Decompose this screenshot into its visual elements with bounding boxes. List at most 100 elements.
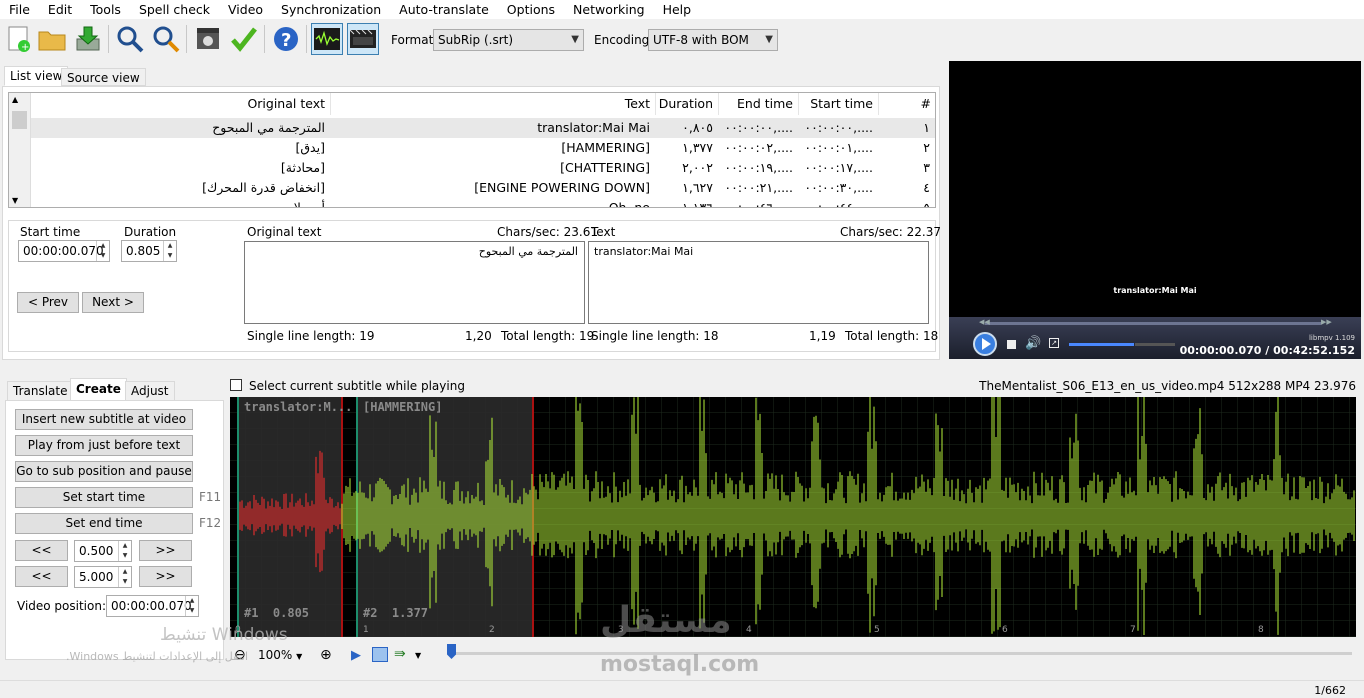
volume-icon[interactable]: 🔊 <box>1025 336 1041 351</box>
subtitle-count: 1/662 <box>1314 684 1346 697</box>
menu-networking[interactable]: Networking <box>564 1 654 19</box>
spin-down-icon[interactable]: ▼ <box>118 551 131 561</box>
table-row[interactable]: أوه، لا Oh, no ١,١٣٦ ٠٠:٠٠:٤٦,.... ٠٠:٠٠… <box>31 198 935 207</box>
header-start-time[interactable]: Start time <box>799 93 879 115</box>
video-player[interactable]: translator:Mai Mai ◀◀ ▶▶ 🔊 ↗ libmpv 1.10… <box>949 61 1361 359</box>
menu-help[interactable]: Help <box>654 1 701 19</box>
original-text-box[interactable]: المترجمة مي المبحوح <box>244 241 585 324</box>
seek-forward-icon[interactable]: ▶▶ <box>1321 318 1332 326</box>
tab-source-view[interactable]: Source view <box>61 68 146 86</box>
tab-list-view[interactable]: List view <box>4 66 69 86</box>
cell-original: [يدق] <box>295 140 325 155</box>
header-original[interactable]: Original text <box>31 93 331 115</box>
play-before-button[interactable]: Play from just before text <box>15 435 193 456</box>
volume-slider[interactable] <box>1069 343 1134 346</box>
status-bar: 1/662 <box>0 680 1364 698</box>
duration-label: Duration <box>124 225 177 239</box>
scrollbar-thumb[interactable] <box>12 111 27 129</box>
menu-tools[interactable]: Tools <box>81 1 130 19</box>
fullscreen-icon[interactable]: ↗ <box>1049 338 1059 348</box>
chevron-down-icon[interactable]: ▼ <box>415 651 421 660</box>
step-back-button-2[interactable]: << <box>15 566 68 587</box>
open-folder-icon[interactable] <box>36 23 68 55</box>
spin-down-icon[interactable]: ▼ <box>118 577 131 587</box>
cell-start-time: ٠٠:٠٠:١٧,.... <box>804 160 873 175</box>
header-end-time[interactable]: End time <box>719 93 799 115</box>
spin-up-icon[interactable]: ▲ <box>185 596 198 606</box>
set-start-time-button[interactable]: Set start time <box>15 487 193 508</box>
menu-options[interactable]: Options <box>498 1 564 19</box>
text-single-line-length: Single line length: 18 <box>591 329 719 343</box>
menu-video[interactable]: Video <box>219 1 272 19</box>
step-forward-icon[interactable]: ⇛ <box>394 646 406 662</box>
menu-auto-translate[interactable]: Auto-translate <box>390 1 498 19</box>
table-row[interactable]: [يدق] [HAMMERING] ١,٣٧٧ ٠٠:٠٠:٠٢,.... ٠٠… <box>31 138 935 158</box>
video-position-label: Video position: <box>17 599 107 613</box>
video-position-input[interactable]: 00:00:00.070 ▲ ▼ <box>106 595 199 617</box>
spin-down-icon[interactable]: ▼ <box>163 251 176 261</box>
checkmark-icon[interactable] <box>228 23 260 55</box>
text-box[interactable]: translator:Mai Mai <box>588 241 929 324</box>
subtitle-grid[interactable]: ▲ ▼ Original text Text Duration End time… <box>8 92 936 208</box>
step-input-2[interactable]: 5.000 ▲ ▼ <box>74 566 132 588</box>
header-duration[interactable]: Duration <box>656 93 719 115</box>
zoom-select[interactable]: 100% ▼ <box>258 648 318 665</box>
zoom-in-icon[interactable]: ⊕ <box>320 647 332 663</box>
tab-adjust[interactable]: Adjust <box>125 381 175 401</box>
header-text[interactable]: Text <box>331 93 656 115</box>
stop-icon[interactable] <box>1007 340 1016 349</box>
tab-translate[interactable]: Translate <box>7 381 74 401</box>
table-row[interactable]: [محادثة] [CHATTERING] ٢,٠٠٢ ٠٠:٠٠:١٩,...… <box>31 158 935 178</box>
help-icon[interactable]: ? <box>270 23 302 55</box>
header-number[interactable]: # <box>879 93 935 115</box>
next-button[interactable]: Next > <box>82 292 144 313</box>
find-icon[interactable] <box>114 23 146 55</box>
step-forward-button-2[interactable]: >> <box>139 566 192 587</box>
waveform-toggle-icon[interactable] <box>311 23 343 55</box>
grid-view-icon[interactable] <box>372 647 388 662</box>
engine-label: libmpv 1.109 <box>1308 334 1355 342</box>
step-input-1[interactable]: 0.500 ▲ ▼ <box>74 540 132 562</box>
play-waveform-icon[interactable]: ▶ <box>351 648 361 663</box>
spin-down-icon[interactable]: ▼ <box>185 606 198 616</box>
video-seek-bar[interactable] <box>985 322 1321 325</box>
waveform[interactable]: translator:M... [HAMMERING] #1 0.805 #2 … <box>230 397 1356 637</box>
download-save-icon[interactable] <box>72 23 104 55</box>
select-current-checkbox[interactable] <box>230 379 242 391</box>
step-forward-button-1[interactable]: >> <box>139 540 192 561</box>
format-select[interactable]: SubRip (.srt) ▼ <box>433 29 584 51</box>
encoding-select[interactable]: UTF-8 with BOM ▼ <box>648 29 778 51</box>
duration-input[interactable]: 0.805 ▲ ▼ <box>121 240 177 262</box>
spin-down-icon[interactable]: ▼ <box>96 251 109 261</box>
menu-spell-check[interactable]: Spell check <box>130 1 219 19</box>
table-row[interactable]: المترجمة مي المبحوح translator:Mai Mai ٠… <box>31 118 935 138</box>
visual-sync-icon[interactable] <box>192 23 224 55</box>
menu-synchronization[interactable]: Synchronization <box>272 1 390 19</box>
start-time-input[interactable]: 00:00:00.070 ▲ ▼ <box>18 240 110 262</box>
cell-duration: ١,٣٧٧ <box>682 140 713 155</box>
prev-button[interactable]: < Prev <box>17 292 79 313</box>
seek-back-icon[interactable]: ◀◀ <box>979 318 990 326</box>
table-row[interactable]: [انخفاض قدرة المحرك] [ENGINE POWERING DO… <box>31 178 935 198</box>
spin-up-icon[interactable]: ▲ <box>118 541 131 551</box>
spin-up-icon[interactable]: ▲ <box>163 241 176 251</box>
replace-icon[interactable] <box>150 23 182 55</box>
tab-create[interactable]: Create <box>70 378 127 401</box>
slider-thumb[interactable] <box>447 644 456 659</box>
menu-file[interactable]: File <box>0 1 39 19</box>
menu-edit[interactable]: Edit <box>39 1 81 19</box>
play-icon[interactable] <box>973 332 997 356</box>
chevron-up-icon: ▲ <box>12 95 19 104</box>
waveform-position-slider[interactable] <box>452 652 1352 655</box>
segment-2-info: #2 1.377 <box>363 606 429 620</box>
goto-sub-pause-button[interactable]: Go to sub position and pause <box>15 461 193 482</box>
video-toggle-icon[interactable] <box>347 23 379 55</box>
new-file-icon[interactable]: + <box>2 23 34 55</box>
spin-up-icon[interactable]: ▲ <box>96 241 109 251</box>
spin-up-icon[interactable]: ▲ <box>118 567 131 577</box>
set-end-time-button[interactable]: Set end time <box>15 513 193 534</box>
grid-scrollbar[interactable]: ▲ ▼ <box>9 93 31 207</box>
step-back-button-1[interactable]: << <box>15 540 68 561</box>
insert-subtitle-button[interactable]: Insert new subtitle at video pos <box>15 409 193 445</box>
original-chars-per-sec: Chars/sec: 23.61 <box>497 225 599 239</box>
